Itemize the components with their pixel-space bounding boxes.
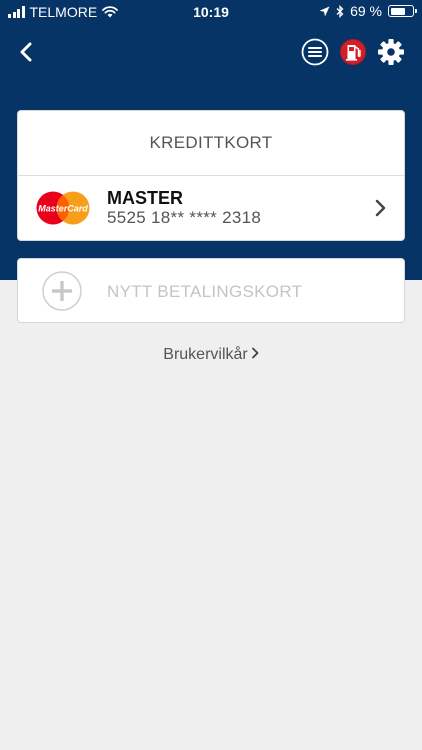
status-right: 69 % — [319, 3, 417, 19]
chevron-right-icon — [251, 347, 259, 359]
gear-icon[interactable] — [377, 38, 405, 66]
bluetooth-icon — [336, 4, 344, 18]
chevron-right-icon — [375, 199, 386, 217]
mastercard-logo-text: MasterCard — [38, 204, 88, 214]
add-new-card-button[interactable]: NYTT BETALINGSKORT — [17, 258, 405, 323]
menu-icon[interactable] — [301, 38, 329, 66]
battery-percent: 69 % — [350, 3, 382, 19]
terms-link-label: Brukervilkår — [163, 346, 248, 363]
terms-link[interactable]: Brukervilkår — [0, 346, 422, 364]
mastercard-logo-icon: MasterCard — [36, 191, 90, 225]
card-name: MASTER — [107, 188, 183, 208]
back-icon[interactable] — [14, 38, 38, 66]
section-title: KREDITTKORT — [18, 111, 404, 176]
add-new-card-label: NYTT BETALINGSKORT — [107, 282, 303, 301]
saved-card-row[interactable]: MasterCard MASTER 5525 18** **** 2318 — [18, 176, 404, 241]
card-number: 5525 18** **** 2318 — [107, 208, 262, 227]
location-arrow-icon — [319, 6, 330, 16]
battery-icon — [388, 5, 417, 17]
fuel-pump-icon[interactable] — [339, 38, 367, 66]
plus-icon — [42, 271, 82, 311]
battery-fill — [390, 7, 405, 15]
nav-bar — [0, 24, 422, 80]
credit-card-section: KREDITTKORT MasterCard MASTER 5525 18** … — [17, 110, 405, 241]
status-bar: TELMORE 10:19 69 % — [0, 0, 422, 24]
